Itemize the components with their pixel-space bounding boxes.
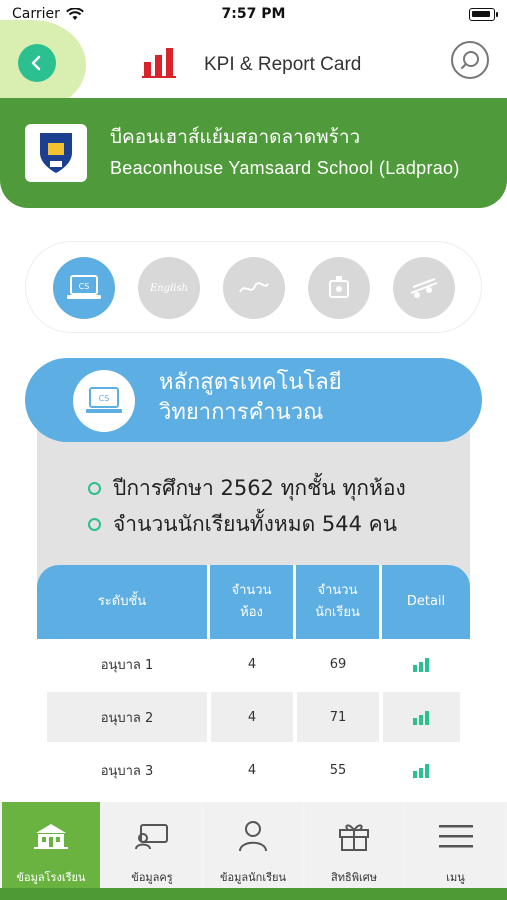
svg-text:CS: CS <box>99 394 110 403</box>
school-name-thai: บีคอนเฮาส์แย้มสอาดลาดพร้าว <box>110 126 361 148</box>
menu-icon <box>437 818 475 854</box>
cell-rooms: 4 <box>247 762 257 778</box>
course-art-button[interactable] <box>223 257 285 319</box>
tab-privileges[interactable]: สิทธิพิเศษ <box>305 802 403 888</box>
english-icon: English <box>149 282 189 294</box>
course-cs-button[interactable]: CS <box>53 257 115 319</box>
bar-chart-icon <box>412 764 429 778</box>
cell-rooms: 4 <box>247 656 257 672</box>
tab-label: ข้อมูลครู <box>131 871 173 884</box>
search-button[interactable] <box>451 41 489 79</box>
course-science-button[interactable] <box>308 257 370 319</box>
computer-science-icon: CS <box>67 275 101 299</box>
cell-students: 71 <box>297 692 379 742</box>
detail-button[interactable] <box>383 745 460 795</box>
cell-rooms: 4 <box>211 692 293 742</box>
table-row: อนุบาล 3 4 55 <box>37 745 470 795</box>
clock: 7:57 PM <box>221 6 286 22</box>
course-title: หลักสูตรเทคโนโลยี วิทยาการคำนวณ <box>159 368 342 428</box>
back-button[interactable] <box>18 44 56 82</box>
bullet-icon <box>88 518 101 531</box>
table-row: อนุบาล 1 4 69 <box>37 639 470 689</box>
school-icon <box>32 818 70 854</box>
tab-teacher-info[interactable]: ข้อมูลครู <box>103 802 201 888</box>
course-title-line1: หลักสูตรเทคโนโลยี <box>159 370 342 395</box>
status-bar: Carrier 7:57 PM <box>0 0 507 28</box>
header-detail: Detail <box>379 565 470 639</box>
bar-chart-icon <box>142 48 176 78</box>
info-academic-year: ปีการศึกษา 2562 ทุกชั้น ทุกห้อง <box>88 472 406 505</box>
tab-label: สิทธิพิเศษ <box>331 871 377 884</box>
course-english-button[interactable]: English <box>138 257 200 319</box>
course-banner: CS หลักสูตรเทคโนโลยี วิทยาการคำนวณ <box>25 358 482 442</box>
bottom-tab-bar: ข้อมูลโรงเรียน ข้อมูลครู ข้อมูลนักเรียน <box>0 802 507 900</box>
computer-science-icon: CS <box>86 387 122 413</box>
header-level: ระดับชั้น <box>97 594 147 609</box>
cell-level: อนุบาล 2 <box>47 692 207 742</box>
school-header: บีคอนเฮาส์แย้มสอาดลาดพร้าว Beaconhouse Y… <box>0 98 507 208</box>
chevron-left-icon <box>31 55 41 71</box>
gift-icon <box>335 818 373 854</box>
detail-button[interactable] <box>383 692 460 742</box>
course-selector: CS English <box>25 241 482 333</box>
art-icon <box>239 282 269 293</box>
tab-student-info[interactable]: ข้อมูลนักเรียน <box>204 802 302 888</box>
science-icon <box>329 276 349 298</box>
cell-level: อนุบาล 1 <box>100 657 154 673</box>
tab-label: ข้อมูลโรงเรียน <box>16 871 86 884</box>
teacher-icon <box>133 818 171 854</box>
header-rooms: จำนวน ห้อง <box>207 565 293 639</box>
tab-label: เมนู <box>446 871 465 884</box>
bar-chart-icon <box>412 711 429 725</box>
table-row: อนุบาล 2 4 71 <box>37 692 470 742</box>
music-icon <box>410 278 438 298</box>
info-student-count: จำนวนนักเรียนทั้งหมด 544 คน <box>88 508 397 541</box>
search-icon <box>461 51 479 69</box>
svg-text:CS: CS <box>79 282 90 291</box>
cell-students: 55 <box>329 762 347 778</box>
course-banner-icon: CS <box>73 370 135 432</box>
page-title: KPI & Report Card <box>204 54 362 75</box>
tab-menu[interactable]: เมนู <box>406 802 505 888</box>
course-music-button[interactable] <box>393 257 455 319</box>
app-screen: Carrier 7:57 PM KPI & Report Card บีคอนเ… <box>0 0 507 900</box>
bullet-icon <box>88 482 101 495</box>
top-header: KPI & Report Card <box>0 20 507 110</box>
student-icon <box>234 818 272 854</box>
bottom-accent-strip <box>0 888 507 900</box>
cell-level: อนุบาล 3 <box>100 763 154 779</box>
tab-label: ข้อมูลนักเรียน <box>220 871 286 884</box>
tab-school-info[interactable]: ข้อมูลโรงเรียน <box>2 802 100 888</box>
header-students: จำนวน นักเรียน <box>293 565 379 639</box>
school-crest-icon <box>40 133 72 173</box>
bar-chart-icon <box>412 658 429 672</box>
cell-students: 69 <box>329 656 347 672</box>
course-title-line2: วิทยาการคำนวณ <box>159 400 324 425</box>
battery-icon <box>469 7 498 21</box>
info-text: จำนวนนักเรียนทั้งหมด 544 คน <box>113 512 398 536</box>
detail-button[interactable] <box>383 639 460 689</box>
table-header: ระดับชั้น จำนวน ห้อง จำนวน นักเรียน Deta… <box>37 565 470 639</box>
school-name-english: Beaconhouse Yamsaard School (Ladprao) <box>110 158 460 178</box>
school-logo <box>25 124 87 182</box>
info-text: ปีการศึกษา 2562 ทุกชั้น ทุกห้อง <box>113 476 406 500</box>
